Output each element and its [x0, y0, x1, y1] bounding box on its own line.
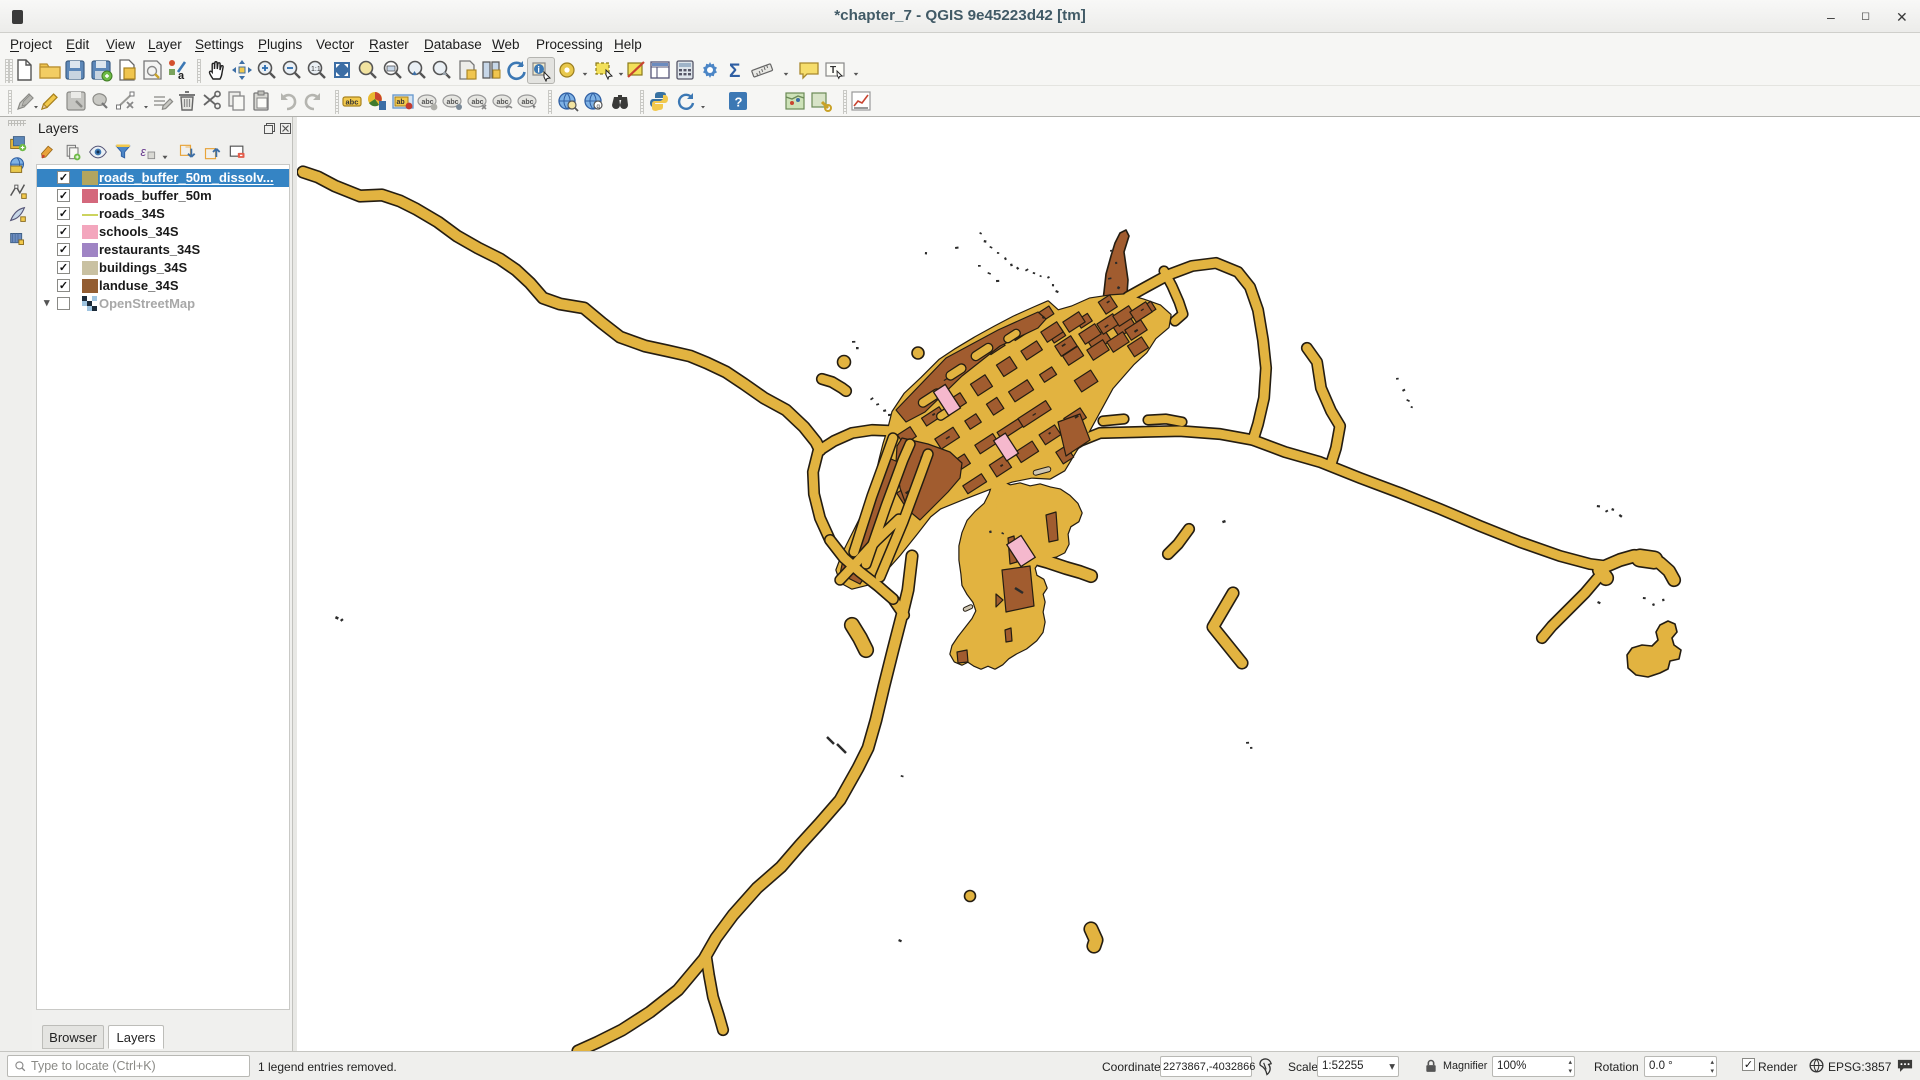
svg-text:ε: ε — [141, 145, 147, 159]
